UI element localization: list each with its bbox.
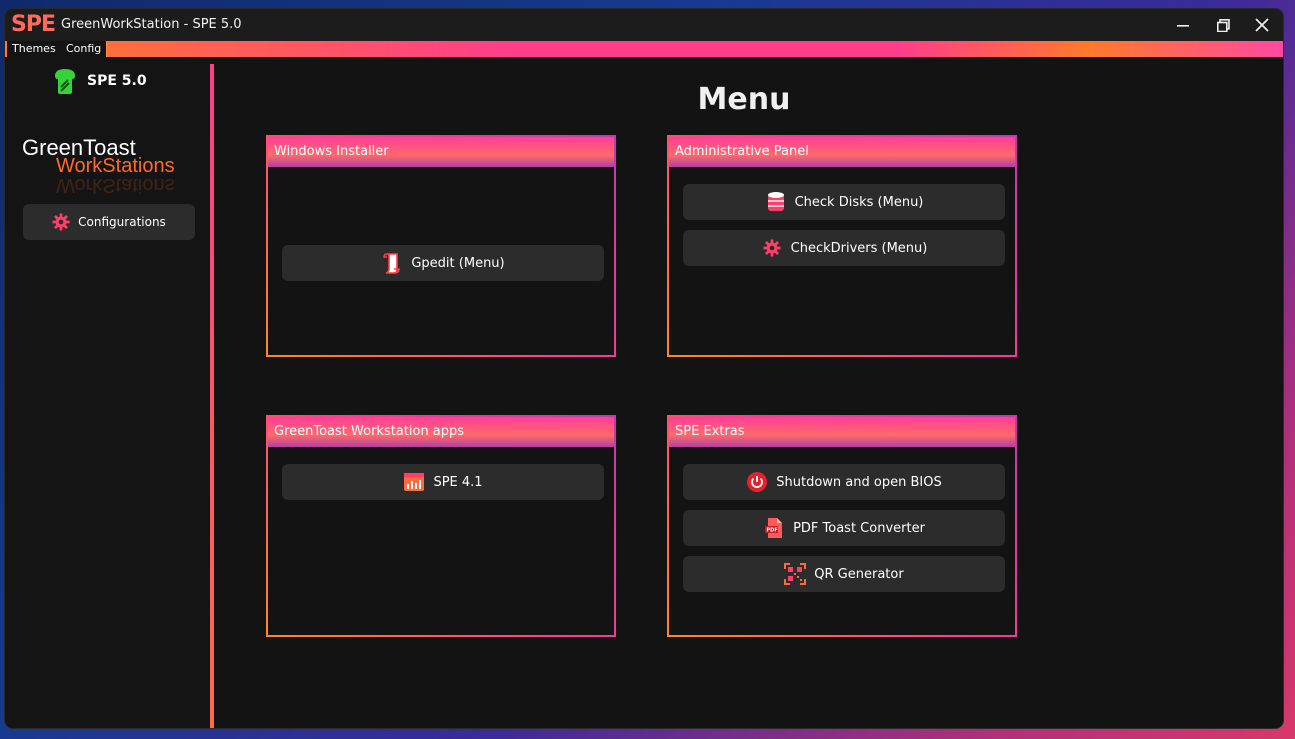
menu-item-themes[interactable]: Themes	[7, 41, 62, 57]
button-label: CheckDrivers (Menu)	[790, 240, 928, 256]
pdf-icon: PDF	[765, 518, 783, 538]
main-content: Menu Windows Installer Gpedit (Menu) Adm…	[214, 57, 1283, 728]
check-drivers-button[interactable]: CheckDrivers (Menu)	[683, 230, 1005, 266]
qr-icon	[784, 563, 807, 585]
spe-41-button[interactable]: SPE 4.1	[282, 464, 604, 500]
title-bar[interactable]: SPE GreenWorkStation - SPE 5.0	[5, 9, 1283, 41]
restore-button[interactable]	[1202, 9, 1244, 41]
button-label: QR Generator	[814, 566, 904, 582]
power-icon	[747, 472, 768, 492]
app-window-icon	[404, 473, 425, 491]
shutdown-bios-button[interactable]: Shutdown and open BIOS	[683, 464, 1005, 500]
disk-icon	[767, 192, 784, 211]
close-button[interactable]	[1241, 9, 1283, 41]
brand-subtitle-reflection: WorkStations	[56, 174, 175, 196]
button-label: PDF Toast Converter	[793, 520, 925, 536]
gear-icon	[52, 213, 70, 231]
configurations-button[interactable]: Configurations	[23, 204, 195, 240]
panel-windows-installer: Windows Installer Gpedit (Menu)	[266, 135, 616, 357]
scroll-icon	[383, 253, 401, 274]
button-label: Gpedit (Menu)	[411, 255, 505, 271]
gear-icon	[763, 239, 781, 257]
qr-generator-button[interactable]: QR Generator	[683, 556, 1005, 592]
menu-bar	[5, 41, 1283, 57]
sidebar: SPE 5.0 GreenToast WorkStations WorkStat…	[5, 57, 210, 728]
panel-header: Windows Installer	[268, 137, 614, 167]
minimize-button[interactable]	[1162, 9, 1204, 41]
minimize-icon	[1177, 25, 1189, 27]
button-label: Shutdown and open BIOS	[776, 474, 942, 490]
page-title: Menu	[697, 82, 791, 117]
panel-header: GreenToast Workstation apps	[268, 417, 614, 447]
gpedit-menu-button[interactable]: Gpedit (Menu)	[282, 245, 604, 281]
panel-header: Administrative Panel	[669, 137, 1015, 167]
check-disks-button[interactable]: Check Disks (Menu)	[683, 184, 1005, 220]
svg-text:PDF: PDF	[767, 528, 778, 534]
pdf-toast-converter-button[interactable]: PDF PDF Toast Converter	[683, 510, 1005, 546]
panel-spe-extras: SPE Extras Shutdown and open BIOS PDF PD…	[667, 415, 1017, 637]
menu-item-config[interactable]: Config	[61, 41, 108, 57]
configurations-label: Configurations	[78, 215, 166, 229]
panel-greentoast-apps: GreenToast Workstation apps SPE 4.1	[266, 415, 616, 637]
panel-administrative: Administrative Panel Check Disks (Menu)	[667, 135, 1017, 357]
window-title: GreenWorkStation - SPE 5.0	[61, 17, 242, 32]
restore-icon	[1216, 18, 1230, 32]
button-label: SPE 4.1	[433, 474, 483, 490]
panel-header: SPE Extras	[669, 417, 1015, 447]
close-icon	[1255, 18, 1269, 32]
app-logo: SPE	[11, 12, 56, 37]
toast-logo-icon	[55, 69, 75, 94]
button-label: Check Disks (Menu)	[794, 194, 924, 210]
app-window: SPE GreenWorkStation - SPE 5.0 Themes Co…	[5, 9, 1283, 728]
sidebar-version: SPE 5.0	[87, 73, 147, 89]
